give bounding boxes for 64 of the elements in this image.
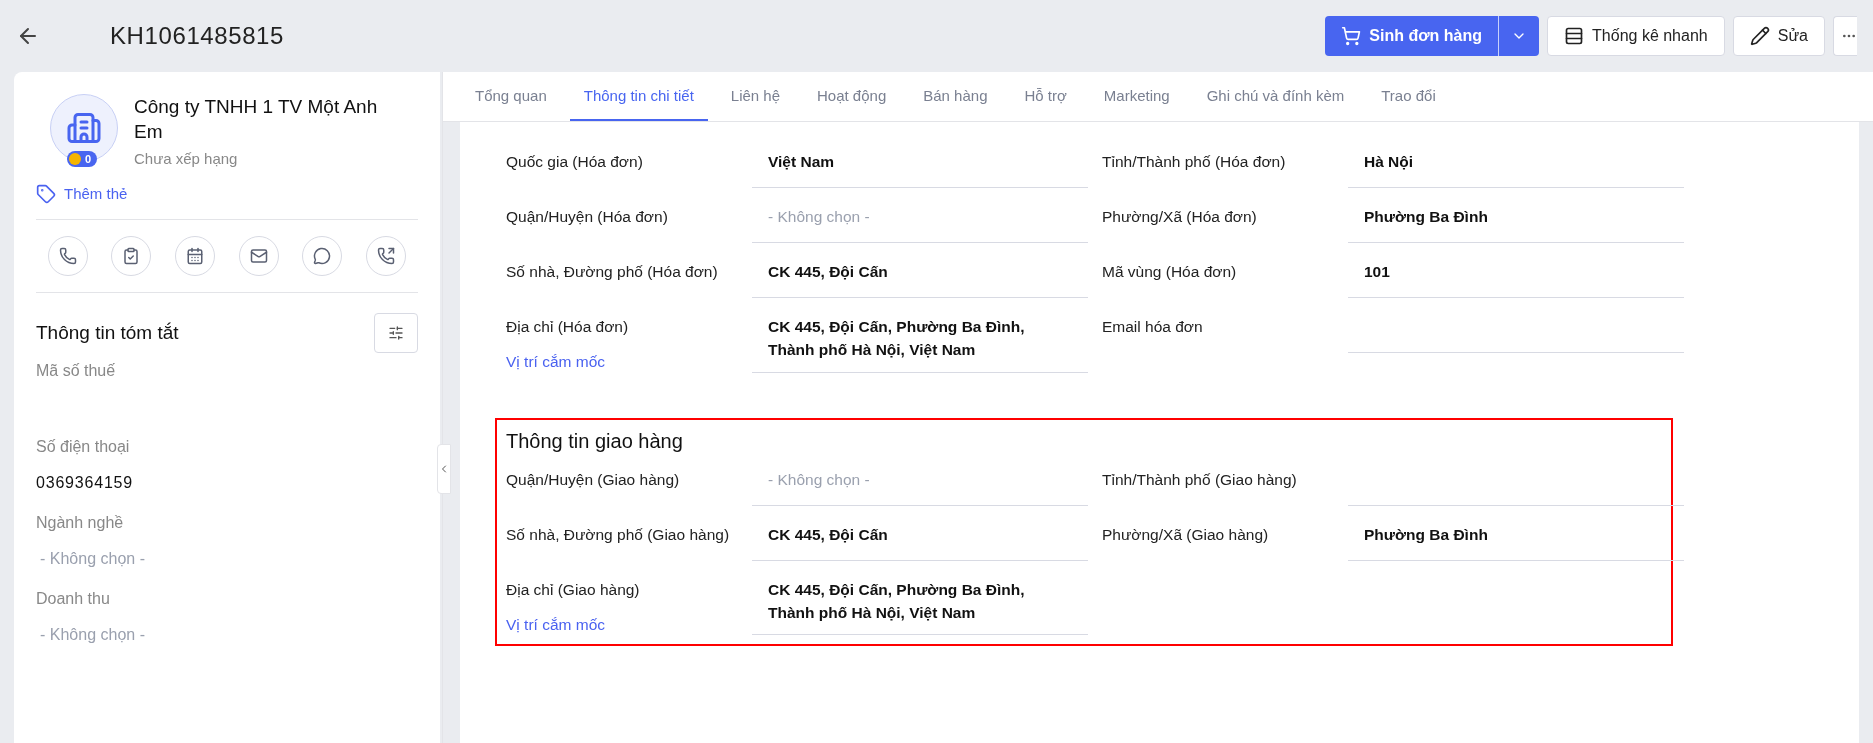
summary-label: Mã số thuế — [36, 361, 117, 381]
field-value[interactable]: CK 445, Đội Cấn, Phường Ba Đình, Thành phố Hà Nội, Việt Nam — [752, 569, 1088, 635]
collapse-handle[interactable] — [437, 444, 451, 494]
field-value[interactable]: CK 445, Đội Cấn — [752, 252, 1088, 298]
field-label: Số nhà, Đường phố (Hóa đơn) — [506, 262, 719, 282]
field-value[interactable]: CK 445, Đội Cấn — [752, 514, 1088, 561]
field-value[interactable]: Phường Ba Đình — [1348, 514, 1684, 561]
field-value[interactable]: - Không chọn - — [752, 459, 1088, 506]
field-value[interactable]: Việt Nam — [752, 142, 1088, 188]
pin-location-link[interactable]: Vị trí cắm mốc — [506, 350, 606, 374]
summary-label: Doanh thu — [36, 589, 111, 609]
section-title: Thông tin tóm tắt — [36, 320, 179, 345]
field-label: Email hóa đơn — [1102, 317, 1204, 337]
summary-value: - Không chọn - — [39, 549, 146, 569]
field-label: Số nhà, Đường phố (Giao hàng) — [506, 524, 731, 545]
chat-icon — [313, 247, 332, 265]
points-badge: 0 — [67, 150, 98, 167]
tab[interactable]: Hoạt động — [803, 84, 901, 121]
building-icon — [66, 110, 102, 146]
page-title: KH1061485815 — [110, 21, 285, 51]
field-label: Phường/Xã (Giao hàng) — [1102, 524, 1270, 545]
clipboard-icon — [122, 247, 141, 265]
summary-label: Số điện thoại — [36, 437, 131, 457]
field-label: Quận/Huyện (Giao hàng) — [506, 469, 681, 490]
rank-text: Chưa xếp hạng — [134, 149, 239, 169]
tab[interactable]: Tổng quan — [461, 84, 561, 121]
edit-button[interactable]: Sửa — [1732, 16, 1825, 56]
summary-value: - Không chọn - — [39, 625, 146, 645]
field-label: Phường/Xã (Hóa đơn) — [1102, 207, 1258, 227]
settings-icon — [388, 325, 404, 341]
field-label: Mã vùng (Hóa đơn) — [1102, 262, 1238, 282]
field-value[interactable]: 101 — [1348, 252, 1684, 298]
cart-icon — [1341, 26, 1362, 46]
tab[interactable]: Marketing — [1089, 84, 1184, 121]
mail-icon — [249, 247, 268, 265]
field-label: Quốc gia (Hóa đơn) — [506, 152, 644, 172]
field-label: Địa chỉ (Giao hàng) — [506, 579, 641, 600]
tab[interactable]: Hỗ trợ — [1010, 84, 1081, 121]
quick-stats-button[interactable]: Thống kê nhanh — [1547, 16, 1725, 56]
tab[interactable]: Trao đổi — [1367, 84, 1450, 121]
tag-icon — [36, 183, 56, 204]
field-value[interactable]: Phường Ba Đình — [1348, 197, 1684, 243]
pin-location-link[interactable]: Vị trí cắm mốc — [506, 612, 606, 636]
field-value[interactable]: CK 445, Đội Cấn, Phường Ba Đình, Thành phố Hà Nội, Việt Nam — [752, 307, 1088, 373]
summary-value: 0369364159 — [36, 473, 134, 493]
field-label: Quận/Huyện (Hóa đơn) — [506, 207, 669, 227]
tab[interactable]: Liên hệ — [716, 84, 794, 121]
tab[interactable]: Ghi chú và đính kèm — [1192, 84, 1359, 121]
tab[interactable]: Bán hàng — [909, 84, 1002, 121]
add-tag-link[interactable]: Thêm thẻ — [36, 182, 128, 205]
phone-icon — [58, 247, 77, 265]
field-label: Tỉnh/Thành phố (Giao hàng) — [1102, 469, 1298, 490]
field-value[interactable]: Hà Nội — [1348, 142, 1684, 188]
field-value[interactable]: - Không chọn - — [752, 197, 1088, 243]
outgoing-call-icon — [377, 247, 396, 265]
calendar-icon — [186, 247, 205, 265]
section-heading: Thông tin giao hàng — [506, 428, 684, 454]
pencil-icon — [1749, 26, 1770, 46]
field-label: Địa chỉ (Hóa đơn) — [506, 317, 630, 337]
summary-label: Ngành nghề — [36, 513, 125, 533]
list-icon — [1564, 26, 1585, 46]
field-label: Tỉnh/Thành phố (Hóa đơn) — [1102, 152, 1287, 172]
company-name: Công ty TNHH 1 TV Một Anh Em — [134, 95, 379, 144]
settings-button[interactable] — [374, 313, 418, 353]
